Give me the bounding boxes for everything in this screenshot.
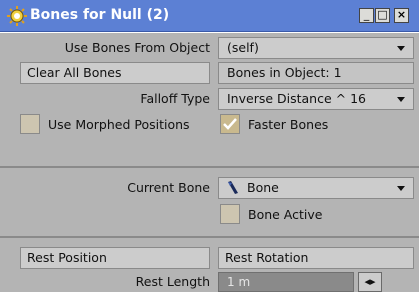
chevron-down-icon (397, 186, 405, 191)
falloff-type-label: Falloff Type (140, 91, 210, 106)
bones-from-value: (self) (227, 40, 259, 55)
rest-length-label: Rest Length (135, 274, 210, 289)
rest-position-button[interactable]: Rest Position (20, 247, 210, 269)
falloff-type-value: Inverse Distance ^ 16 (227, 91, 366, 106)
close-button[interactable]: × (394, 8, 409, 23)
faster-bones-label: Faster Bones (248, 117, 329, 132)
checkmark-icon (223, 118, 237, 130)
rest-length-input[interactable]: 1 m (218, 272, 354, 292)
bone-active-label: Bone Active (248, 207, 323, 222)
current-bone-dropdown[interactable]: Bone (218, 177, 414, 199)
clear-all-bones-button[interactable]: Clear All Bones (20, 62, 210, 84)
bones-from-label: Use Bones From Object (64, 40, 210, 55)
bone-active-checkbox[interactable] (220, 204, 240, 224)
chevron-down-icon (397, 97, 405, 102)
rest-length-stepper[interactable]: ◂▸ (358, 272, 382, 292)
current-bone-label: Current Bone (127, 180, 210, 195)
use-morphed-positions-checkbox[interactable] (20, 114, 40, 134)
current-bone-panel: Current Bone Bone Bone Active (0, 168, 419, 238)
chevron-down-icon (397, 46, 405, 51)
bone-icon (228, 181, 238, 194)
lightwave-app-icon (7, 6, 27, 26)
rest-rotation-button[interactable]: Rest Rotation (218, 247, 414, 269)
rest-panel: Rest Position Rest Rotation Rest Length … (0, 238, 419, 292)
window-title: Bones for Null (2) (30, 7, 170, 23)
use-morphed-positions-label: Use Morphed Positions (48, 117, 190, 132)
maximize-button[interactable]: □ (375, 8, 390, 23)
bones-in-object-display: Bones in Object: 1 (218, 62, 414, 84)
bones-settings-panel: Use Bones From Object (self) Clear All B… (0, 33, 419, 168)
falloff-type-dropdown[interactable]: Inverse Distance ^ 16 (218, 88, 414, 110)
current-bone-value: Bone (247, 180, 279, 195)
bones-from-dropdown[interactable]: (self) (218, 37, 414, 59)
faster-bones-checkbox[interactable] (220, 114, 240, 134)
minimize-button[interactable]: _ (359, 8, 374, 23)
title-bar[interactable]: Bones for Null (2) _ □ × (0, 0, 419, 32)
